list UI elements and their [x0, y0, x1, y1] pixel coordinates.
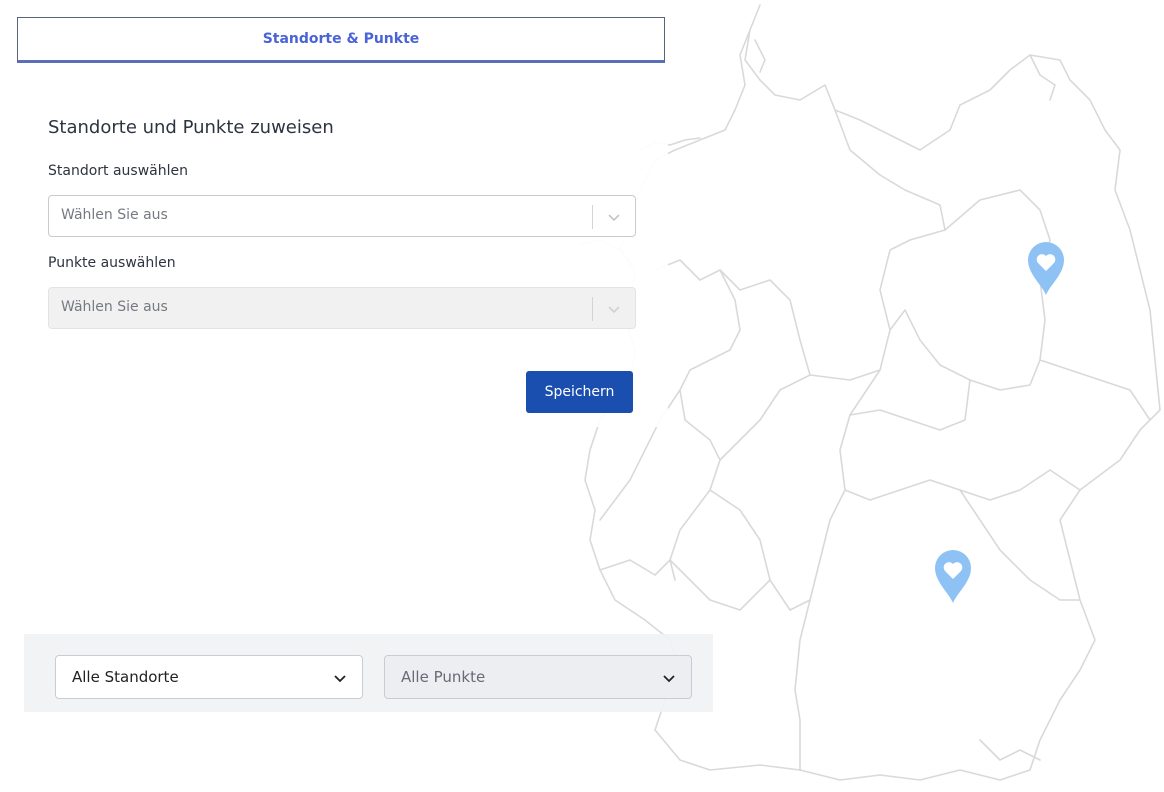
- heart-pin-icon[interactable]: [933, 548, 973, 604]
- location-select-value: Wählen Sie aus: [61, 207, 168, 223]
- chevron-down-icon[interactable]: [332, 670, 348, 686]
- points-select-value: Wählen Sie aus: [61, 299, 168, 315]
- points-filter-select[interactable]: Alle Punkte: [384, 655, 692, 699]
- app-stage: Standorte & Punkte Standorte und Punkte …: [0, 0, 1164, 792]
- save-button[interactable]: Speichern: [526, 371, 633, 413]
- filter-bar: Alle Standorte Alle Punkte: [24, 634, 713, 712]
- assignment-card: Standorte & Punkte Standorte und Punkte …: [17, 17, 668, 427]
- locations-filter-value: Alle Standorte: [72, 668, 179, 686]
- points-label: Punkte auswählen: [48, 255, 176, 271]
- points-select[interactable]: Wählen Sie aus: [48, 287, 636, 329]
- points-filter-value: Alle Punkte: [401, 668, 486, 686]
- select-separator: [592, 205, 593, 229]
- assignment-form: Standorte und Punkte zuweisen Standort a…: [48, 117, 638, 329]
- tab-standorte-punkte[interactable]: Standorte & Punkte: [17, 17, 665, 63]
- chevron-down-icon[interactable]: [605, 208, 623, 226]
- chevron-down-icon[interactable]: [605, 300, 623, 318]
- location-label: Standort auswählen: [48, 163, 188, 179]
- location-select[interactable]: Wählen Sie aus: [48, 195, 636, 237]
- select-separator: [592, 297, 593, 321]
- chevron-down-icon[interactable]: [661, 670, 677, 686]
- locations-filter-select[interactable]: Alle Standorte: [55, 655, 363, 699]
- section-title: Standorte und Punkte zuweisen: [48, 117, 334, 138]
- heart-pin-icon[interactable]: [1026, 240, 1066, 296]
